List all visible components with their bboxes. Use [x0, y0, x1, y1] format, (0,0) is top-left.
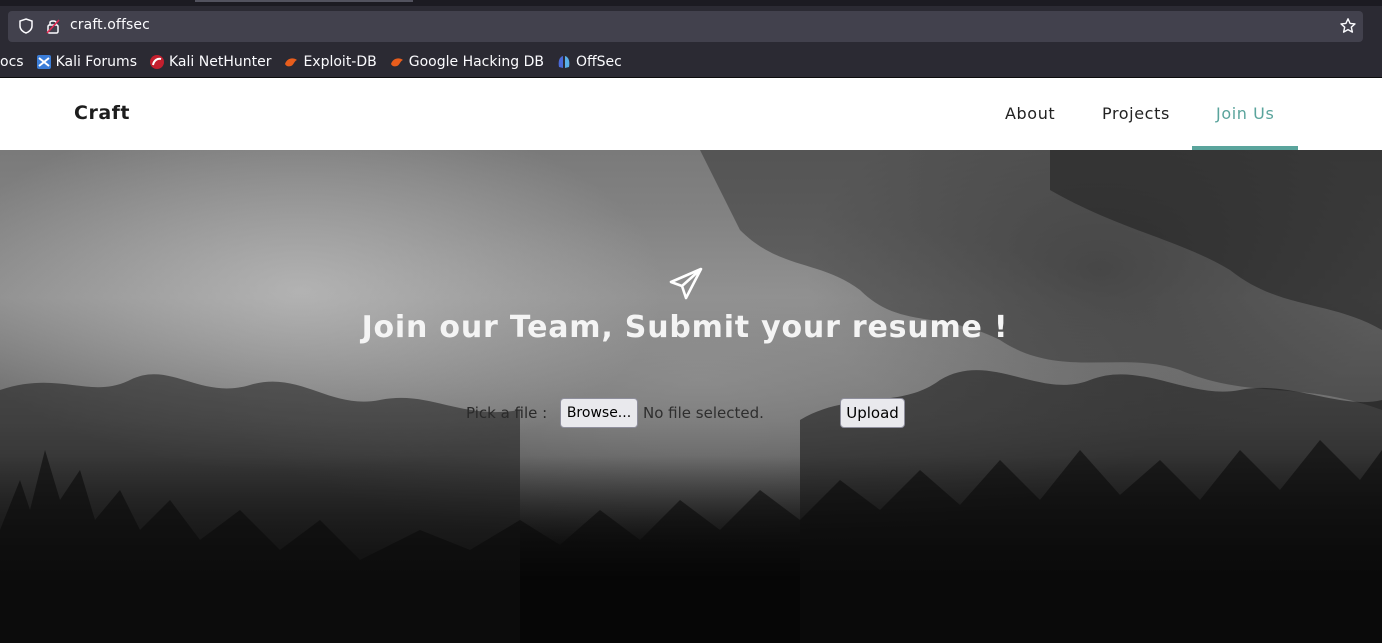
exploit-db-icon [285, 58, 298, 67]
resume-upload-form: Pick a file : Browse... No file selected… [466, 398, 926, 428]
lock-icon[interactable] [44, 17, 62, 35]
hero-section: Join our Team, Submit your resume ! Pick… [0, 150, 1382, 643]
kali-forums-icon [36, 55, 51, 69]
pick-file-label: Pick a file : [466, 404, 548, 422]
bookmark-star-icon[interactable] [1339, 17, 1357, 35]
bookmark-exploit-db[interactable]: Exploit-DB [283, 50, 377, 74]
offsec-icon [558, 56, 570, 68]
file-status-text: No file selected. [643, 404, 764, 422]
bookmarks-toolbar: ocs Kali Forums Kali NetHunter Exploit-D… [0, 48, 1382, 76]
site-navbar: Craft About Projects Join Us [0, 78, 1382, 150]
kali-nethunter-icon [150, 55, 164, 69]
bookmark-kali-nethunter[interactable]: Kali NetHunter [149, 50, 271, 74]
bookmark-offsec[interactable]: OffSec [556, 50, 622, 74]
bookmark-google-hacking-db[interactable]: Google Hacking DB [389, 50, 544, 74]
browser-chrome: craft.offsec ocs Kali Forums Kali NetHun… [0, 0, 1382, 78]
nav-projects[interactable]: Projects [1102, 104, 1170, 123]
url-text[interactable]: craft.offsec [70, 17, 150, 33]
shield-icon[interactable] [17, 17, 35, 35]
tab-strip [0, 0, 1382, 6]
google-hacking-db-icon [390, 58, 403, 67]
active-tab[interactable] [195, 0, 413, 2]
nav-join-us[interactable]: Join Us [1216, 104, 1274, 123]
brand-logo[interactable]: Craft [74, 102, 130, 124]
forest-background [0, 150, 1382, 643]
hero-title: Join our Team, Submit your resume ! [361, 310, 1009, 345]
address-bar[interactable]: craft.offsec [8, 11, 1363, 42]
browse-button[interactable]: Browse... [560, 398, 638, 428]
upload-button[interactable]: Upload [840, 398, 905, 428]
bookmark-docs[interactable]: ocs [0, 50, 24, 74]
paper-plane-icon [669, 267, 703, 300]
nav-about[interactable]: About [1005, 104, 1055, 123]
bookmark-kali-forums[interactable]: Kali Forums [36, 50, 137, 74]
